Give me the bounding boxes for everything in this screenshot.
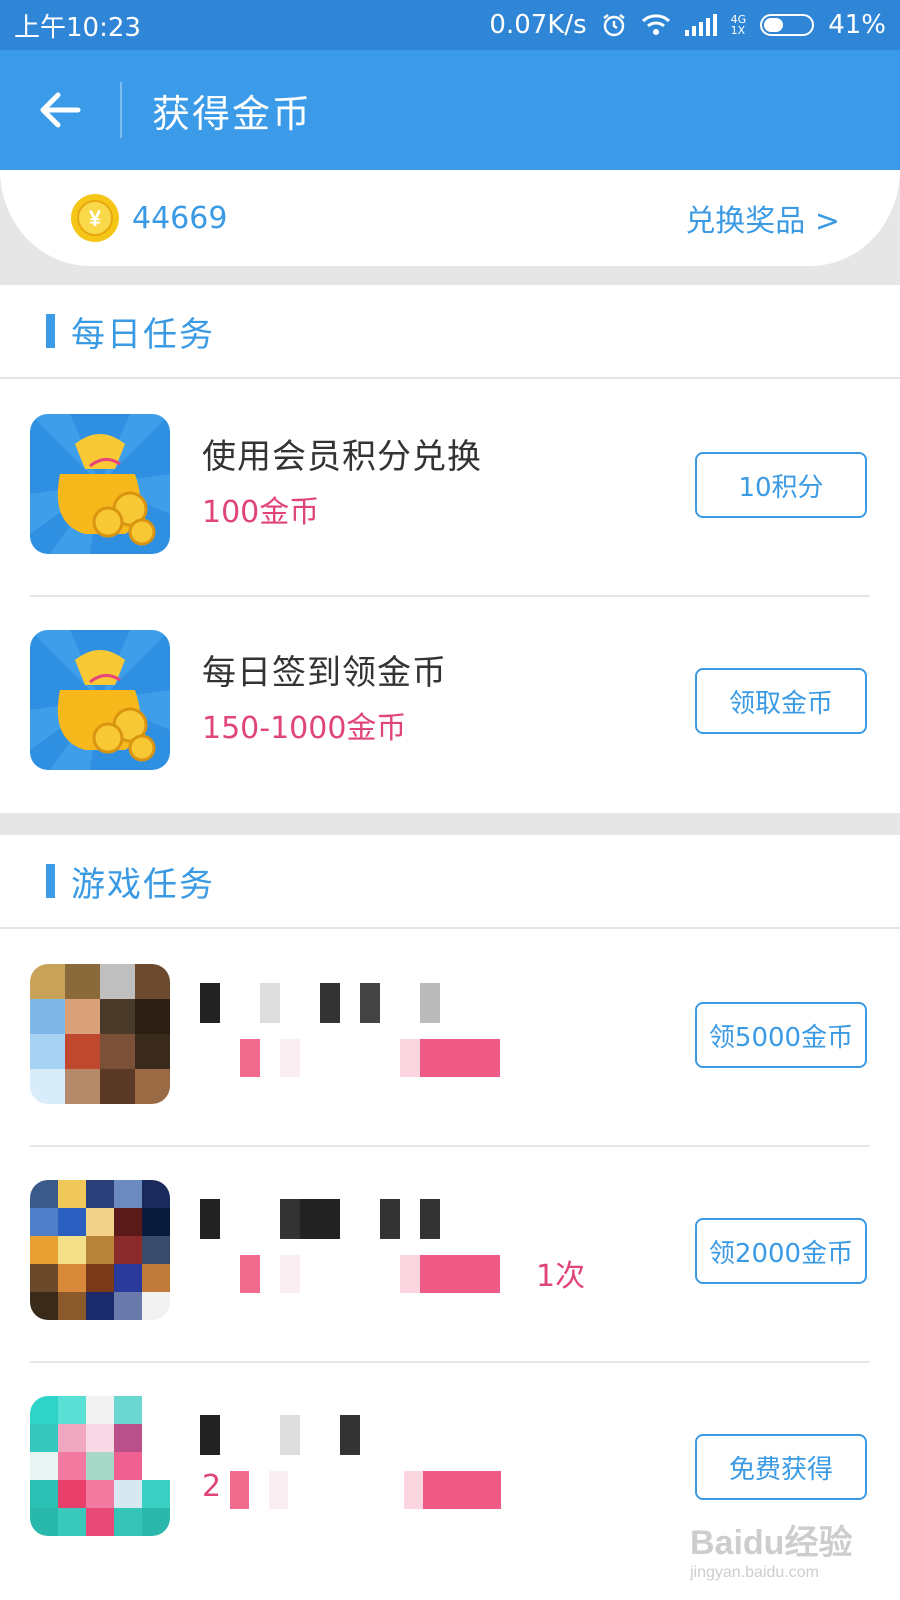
game-icon-hero — [30, 1180, 170, 1320]
claim-2000-coins-button[interactable]: 领2000金币 — [695, 1218, 867, 1284]
pixelated-reward-text — [230, 1471, 520, 1509]
coin-icon: ¥ — [71, 194, 119, 242]
game-icon-cartoon — [30, 1396, 170, 1536]
status-bar: 上午10:23 0.07K/s 4G 1X 41% — [0, 0, 900, 50]
get-free-button[interactable]: 免费获得 — [695, 1434, 867, 1500]
task-row: 领5000金币 — [0, 931, 900, 1147]
battery-level — [764, 18, 784, 32]
signal-icon — [684, 14, 717, 36]
coin-amount: 44669 — [132, 200, 228, 236]
money-bag-icon — [30, 414, 170, 554]
arrow-left-icon — [40, 92, 81, 128]
task-name: 使用会员积分兑换 — [202, 437, 482, 477]
svg-text:¥: ¥ — [89, 206, 102, 231]
battery-percent: 41% — [828, 10, 886, 40]
status-time: 上午10:23 — [14, 12, 141, 43]
baidu-watermark: Baidu经验 jingyan.baidu.com — [690, 1515, 852, 1582]
page-title: 获得金币 — [152, 91, 313, 136]
app-bar: 获得金币 — [0, 50, 900, 170]
status-icons: 0.07K/s 4G 1X 41% — [489, 10, 886, 40]
daily-tasks-title: 每日任务 — [71, 314, 215, 355]
header-divider — [120, 82, 122, 138]
network-type: 4G 1X — [730, 13, 747, 37]
pixelated-game-name — [200, 1415, 460, 1455]
task-row: 每日签到领金币 150-1000金币 领取金币 — [0, 597, 900, 813]
task-name: 每日签到领金币 — [202, 653, 447, 693]
back-button[interactable] — [0, 50, 120, 170]
coin-balance-area: ¥ 44669 兑换奖品 > — [0, 170, 900, 290]
task-reward: 100金币 — [202, 495, 320, 530]
money-bag-icon — [30, 630, 170, 770]
wifi-icon — [641, 13, 671, 37]
pixelated-game-name — [200, 1199, 460, 1239]
pixelated-game-art — [30, 1396, 170, 1536]
pixelated-game-art — [30, 964, 170, 1104]
section-marker — [46, 314, 55, 348]
claim-coins-button[interactable]: 领取金币 — [695, 668, 867, 734]
coin-balance-card: ¥ 44669 兑换奖品 > — [0, 170, 900, 266]
section-gap — [0, 813, 900, 835]
game-tasks-header: 游戏任务 — [0, 835, 900, 929]
alarm-icon — [601, 12, 627, 38]
task-row: 使用会员积分兑换 100金币 10积分 — [0, 381, 900, 597]
redeem-points-button[interactable]: 10积分 — [695, 452, 867, 518]
game-icon-warrior — [30, 964, 170, 1104]
exchange-prizes-link[interactable]: 兑换奖品 > — [685, 196, 840, 240]
pixelated-reward-text — [200, 1255, 520, 1293]
daily-tasks-header: 每日任务 — [0, 285, 900, 379]
task-reward: 1次 — [536, 1259, 586, 1294]
battery-icon — [760, 14, 815, 36]
watermark-url: jingyan.baidu.com — [690, 1564, 819, 1581]
claim-5000-coins-button[interactable]: 领5000金币 — [695, 1002, 867, 1068]
task-row: 1次 领2000金币 — [0, 1147, 900, 1363]
pixelated-reward-text — [200, 1039, 520, 1077]
task-reward: 2 — [202, 1469, 222, 1504]
net-speed: 0.07K/s — [489, 10, 587, 40]
task-reward: 150-1000金币 — [202, 711, 407, 746]
pixelated-game-art — [30, 1180, 170, 1320]
game-tasks-title: 游戏任务 — [71, 864, 215, 905]
section-marker — [46, 864, 55, 898]
pixelated-game-name — [200, 983, 460, 1023]
watermark-brand: Baidu经验 — [690, 1524, 853, 1562]
